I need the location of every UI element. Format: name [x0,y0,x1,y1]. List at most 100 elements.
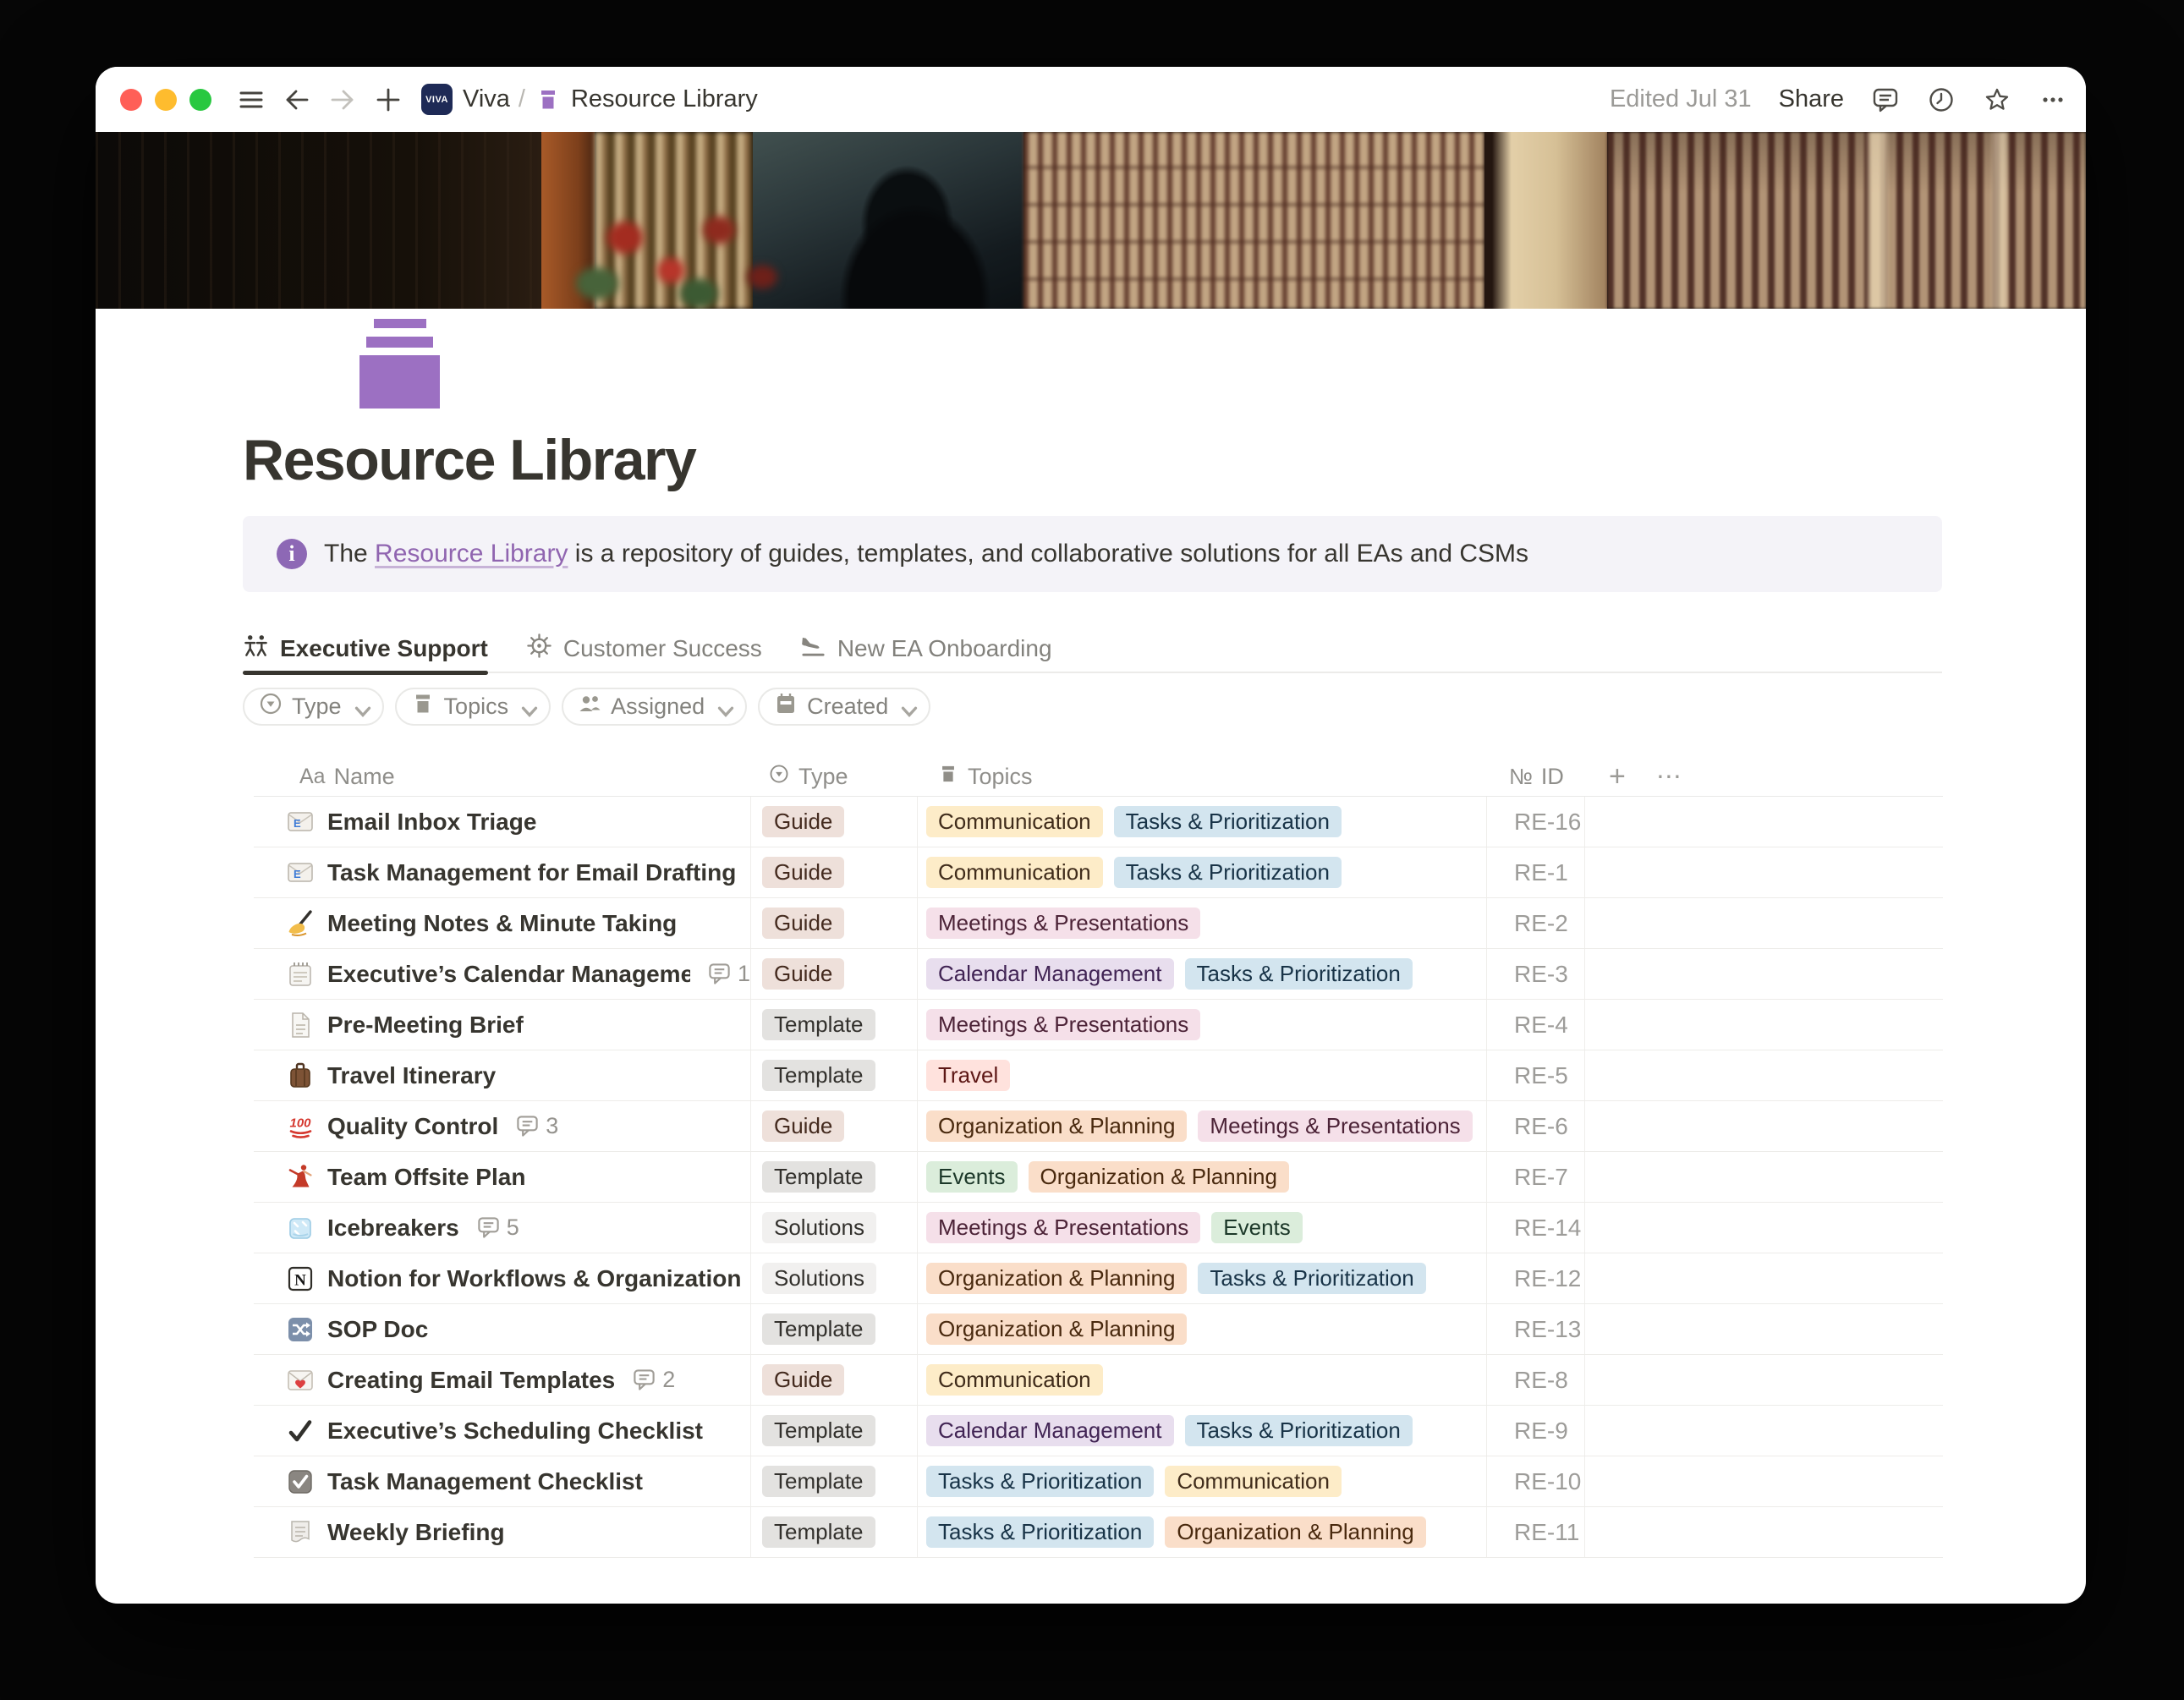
id-cell[interactable]: RE-2 [1487,898,1585,948]
type-cell[interactable]: Guide [751,847,918,897]
topic-tag: Meetings & Presentations [1198,1110,1472,1142]
type-cell[interactable]: Template [751,1304,918,1354]
name-cell[interactable]: Travel Itinerary [254,1050,751,1100]
type-cell[interactable]: Template [751,1507,918,1557]
type-cell[interactable]: Solutions [751,1253,918,1303]
add-column-button[interactable]: + [1609,760,1626,793]
name-cell[interactable]: Creating Email Templates 2 [254,1355,751,1405]
topics-cell[interactable]: Calendar ManagementTasks & Prioritizatio… [918,949,1487,999]
id-cell[interactable]: RE-14 [1487,1203,1585,1253]
id-cell[interactable]: RE-12 [1487,1253,1585,1303]
topics-cell[interactable]: Travel [918,1050,1487,1100]
id-cell[interactable]: RE-13 [1487,1304,1585,1354]
comment-bubble-icon [515,1114,540,1138]
favorite-star-icon[interactable] [1983,85,2011,114]
id-cell[interactable]: RE-11 [1487,1507,1585,1557]
type-cell[interactable]: Solutions [751,1203,918,1253]
id-cell[interactable]: RE-4 [1487,1000,1585,1050]
breadcrumb-page[interactable]: Resource Library [571,85,758,113]
table-more-icon[interactable]: ⋯ [1656,762,1683,792]
page-title[interactable]: Resource Library [243,427,695,493]
more-options-icon[interactable] [2039,85,2067,114]
topics-cell[interactable]: Meetings & Presentations [918,1000,1487,1050]
history-icon[interactable] [1927,85,1956,114]
topics-cell[interactable]: Calendar ManagementTasks & Prioritizatio… [918,1406,1487,1456]
type-cell[interactable]: Template [751,1406,918,1456]
type-cell[interactable]: Template [751,1000,918,1050]
name-cell[interactable]: Pre-Meeting Brief [254,1000,751,1050]
name-cell[interactable]: E Task Management for Email Drafting [254,847,751,897]
id-cell[interactable]: RE-5 [1487,1050,1585,1100]
comment-count[interactable]: 5 [476,1215,519,1241]
tab-customer-success[interactable]: Customer Success [526,626,762,672]
sidebar-menu-icon[interactable] [237,85,266,114]
topics-cell[interactable]: Organization & PlanningTasks & Prioritiz… [918,1253,1487,1303]
tab-new-ea-onboarding[interactable]: New EA Onboarding [800,626,1052,672]
topics-cell[interactable]: Tasks & PrioritizationOrganization & Pla… [918,1507,1487,1557]
zoom-window-button[interactable] [189,89,211,111]
id-cell[interactable]: RE-16 [1487,797,1585,847]
name-cell[interactable]: Weekly Briefing [254,1507,751,1557]
id-cell[interactable]: RE-6 [1487,1101,1585,1151]
column-header-topics[interactable]: Topics [918,763,1487,791]
type-cell[interactable]: Template [751,1456,918,1506]
column-header-name[interactable]: Aa Name [254,764,751,790]
name-cell[interactable]: Task Management Checklist [254,1456,751,1506]
topics-cell[interactable]: Tasks & PrioritizationCommunication [918,1456,1487,1506]
topics-cell[interactable]: Organization & Planning [918,1304,1487,1354]
topics-cell[interactable]: CommunicationTasks & Prioritization [918,847,1487,897]
name-cell[interactable]: N Notion for Workflows & Organization [254,1253,751,1303]
minimize-window-button[interactable] [155,89,177,111]
workspace-logo[interactable]: VIVA [421,84,453,115]
id-cell[interactable]: RE-9 [1487,1406,1585,1456]
name-cell[interactable]: SOP Doc [254,1304,751,1354]
name-cell[interactable]: Icebreakers 5 [254,1203,751,1253]
topics-cell[interactable]: EventsOrganization & Planning [918,1152,1487,1202]
name-cell[interactable]: 100 Quality Control 3 [254,1101,751,1151]
topics-cell[interactable]: CommunicationTasks & Prioritization [918,797,1487,847]
share-button[interactable]: Share [1779,85,1844,113]
type-cell[interactable]: Guide [751,949,918,999]
id-cell[interactable]: RE-1 [1487,847,1585,897]
type-cell[interactable]: Template [751,1050,918,1100]
filter-type[interactable]: Type [243,688,384,726]
column-header-type[interactable]: Type [751,763,918,791]
type-cell[interactable]: Guide [751,1101,918,1151]
topics-cell[interactable]: Meetings & PresentationsEvents [918,1203,1487,1253]
type-cell[interactable]: Guide [751,797,918,847]
love-letter-icon [286,1366,315,1395]
topics-cell[interactable]: Organization & PlanningMeetings & Presen… [918,1101,1487,1151]
id-cell[interactable]: RE-8 [1487,1355,1585,1405]
topics-cell[interactable]: Meetings & Presentations [918,898,1487,948]
close-window-button[interactable] [120,89,142,111]
filter-assigned[interactable]: Assigned [562,688,747,726]
comment-count[interactable]: 1 [707,961,750,987]
new-page-icon[interactable] [374,85,403,114]
type-cell[interactable]: Guide [751,898,918,948]
back-icon[interactable] [283,85,311,114]
name-cell[interactable]: Executive’s Scheduling Checklist [254,1406,751,1456]
page-archive-icon[interactable] [359,319,440,409]
id-cell[interactable]: RE-10 [1487,1456,1585,1506]
callout-page-link[interactable]: Resource Library [375,540,568,568]
type-cell[interactable]: Guide [751,1355,918,1405]
breadcrumb-workspace[interactable]: Viva [463,85,510,113]
column-header-id[interactable]: № ID [1487,764,1585,790]
name-cell[interactable]: Team Offsite Plan [254,1152,751,1202]
name-cell[interactable]: Executive’s Calendar Management 1 [254,949,751,999]
filter-topics[interactable]: Topics [395,688,551,726]
name-cell[interactable]: E Email Inbox Triage [254,797,751,847]
type-tag: Template [762,1516,875,1548]
comment-count[interactable]: 2 [632,1367,675,1393]
name-cell[interactable]: Meeting Notes & Minute Taking [254,898,751,948]
tab-executive-support[interactable]: Executive Support [243,626,488,672]
type-filter-icon [768,763,790,791]
id-cell[interactable]: RE-3 [1487,949,1585,999]
filter-created[interactable]: Created [758,688,930,726]
comments-icon[interactable] [1871,85,1900,114]
topics-cell[interactable]: Communication [918,1355,1487,1405]
id-cell[interactable]: RE-7 [1487,1152,1585,1202]
forward-icon[interactable] [328,85,357,114]
comment-count[interactable]: 3 [515,1113,558,1139]
type-cell[interactable]: Template [751,1152,918,1202]
